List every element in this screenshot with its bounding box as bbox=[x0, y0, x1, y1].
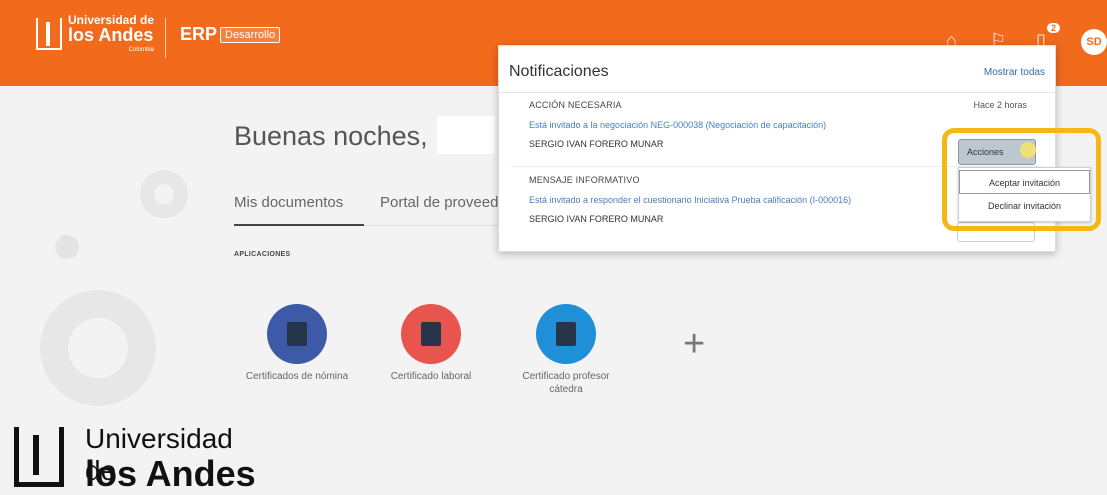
divider bbox=[499, 92, 1055, 93]
user-name-redacted bbox=[437, 116, 495, 154]
active-tab-indicator bbox=[234, 224, 364, 226]
notification-count-badge: 2 bbox=[1047, 23, 1061, 33]
app-name: ERP bbox=[180, 24, 218, 44]
decorative-ring bbox=[40, 290, 156, 406]
university-logo[interactable]: Universidad de los Andes Colombia bbox=[36, 14, 154, 53]
app-certificado-profesor[interactable]: Certificado profesor cátedra bbox=[511, 304, 621, 396]
watermark-line2: los Andes bbox=[85, 453, 256, 494]
decorative-ring-small bbox=[140, 170, 188, 218]
app-label: Certificado laboral bbox=[390, 371, 472, 382]
logo-mark-icon bbox=[36, 17, 62, 50]
logo-line3: Colombia bbox=[128, 47, 155, 53]
header-divider bbox=[165, 18, 166, 58]
employment-certificate-icon bbox=[401, 304, 461, 364]
greeting-text: Buenas noches, bbox=[234, 121, 428, 151]
annotation-highlight-box bbox=[942, 128, 1101, 231]
user-avatar[interactable]: SD bbox=[1081, 29, 1107, 55]
watermark-logo-mark-icon bbox=[14, 427, 64, 487]
applications-heading: APLICACIONES bbox=[234, 251, 291, 258]
tab-mis-documentos[interactable]: Mis documentos bbox=[234, 194, 343, 211]
notification-time: Hace 2 horas bbox=[973, 100, 1027, 110]
university-watermark: Universidad de los Andes bbox=[0, 417, 270, 494]
logo-line2: los Andes bbox=[68, 25, 154, 45]
app-certificado-laboral[interactable]: Certificado laboral bbox=[376, 304, 486, 383]
professor-certificate-icon bbox=[536, 304, 596, 364]
environment-badge: Desarrollo bbox=[220, 27, 281, 43]
decorative-dot bbox=[55, 235, 79, 259]
app-label: Certificados de nómina bbox=[245, 371, 349, 382]
notification-type: ACCIÓN NECESARIA bbox=[529, 100, 622, 110]
notifications-title: Notificaciones bbox=[509, 63, 609, 80]
app-label: Certificado profesor cátedra bbox=[522, 371, 610, 395]
add-app-button[interactable]: + bbox=[683, 323, 705, 366]
show-all-link[interactable]: Mostrar todas bbox=[984, 67, 1045, 78]
tab-portal-proveedores[interactable]: Portal de proveedo bbox=[380, 194, 507, 211]
app-certificados-nomina[interactable]: Certificados de nómina bbox=[242, 304, 352, 383]
payroll-certificate-icon bbox=[267, 304, 327, 364]
